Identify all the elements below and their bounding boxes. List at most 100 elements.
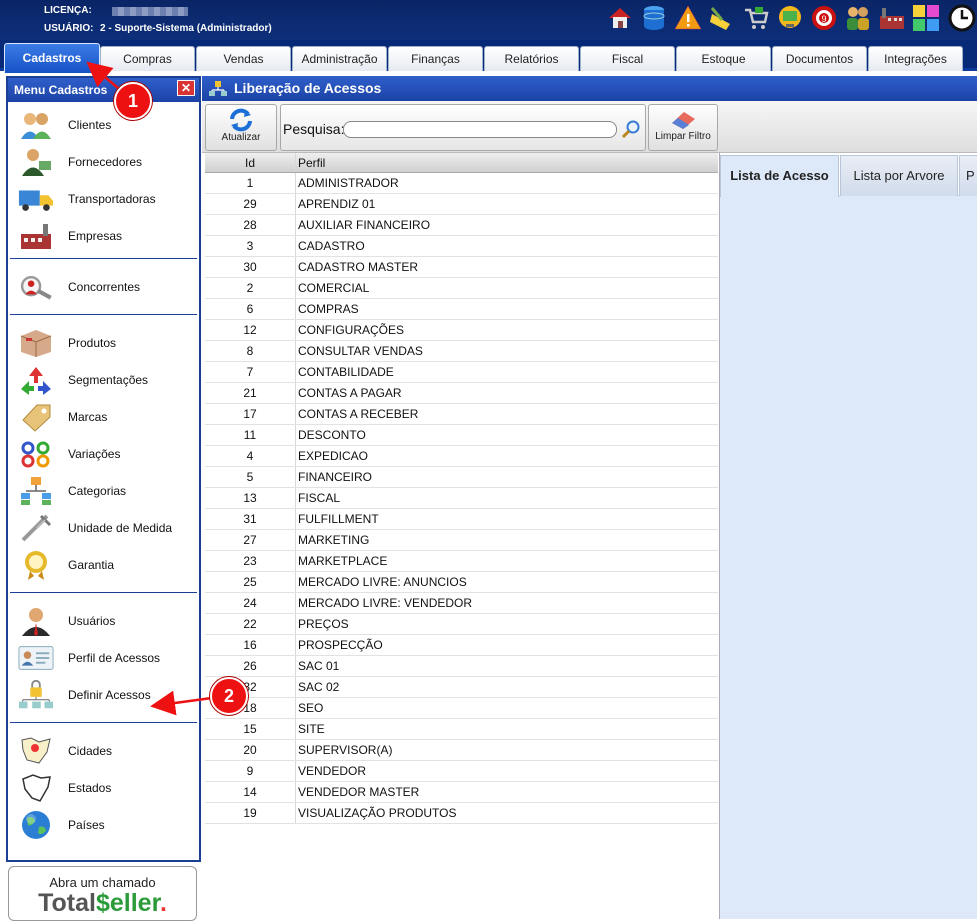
table-row[interactable]: 7 CONTABILIDADE (205, 362, 718, 383)
table-row[interactable]: 13 FISCAL (205, 488, 718, 509)
table-row[interactable]: 2 COMERCIAL (205, 278, 718, 299)
sidebar-item-perfil-de-acessos[interactable]: Perfil de Acessos (10, 639, 197, 676)
database-icon[interactable] (640, 4, 668, 32)
sidebar-item-concorrentes[interactable]: Concorrentes (10, 268, 197, 305)
table-row[interactable]: 12 CONFIGURAÇÕES (205, 320, 718, 341)
table-row[interactable]: 15 SITE (205, 719, 718, 740)
sidebar-item-usuarios[interactable]: Usuários (10, 602, 197, 639)
warning-icon[interactable] (674, 4, 702, 32)
broom-icon[interactable] (708, 4, 736, 32)
table-row[interactable]: 8 CONSULTAR VENDAS (205, 341, 718, 362)
tab-p[interactable]: P (959, 155, 977, 196)
target-icon[interactable]: 9 (810, 4, 838, 32)
table-row[interactable]: 27 MARKETING (205, 530, 718, 551)
table-row[interactable]: 11 DESCONTO (205, 425, 718, 446)
search-icon[interactable] (621, 119, 641, 139)
tab-financas[interactable]: Finanças (388, 46, 483, 71)
cart-icon[interactable] (742, 4, 770, 32)
clear-filter-button[interactable]: Limpar Filtro (648, 104, 718, 151)
sidebar-item-definir-acessos[interactable]: Definir Acessos (10, 676, 197, 713)
variations-icon (18, 438, 54, 470)
table-row[interactable]: 31 FULFILLMENT (205, 509, 718, 530)
refresh-button[interactable]: Atualizar (205, 104, 277, 151)
table-row[interactable]: 17 CONTAS A RECEBER (205, 404, 718, 425)
tab-lista-por-arvore[interactable]: Lista por Arvore (840, 155, 958, 196)
sidebar-item-produtos[interactable]: Produtos (10, 324, 197, 361)
sidebar-item-cidades[interactable]: Cidades (10, 732, 197, 769)
table-row[interactable]: 3 CADASTRO (205, 236, 718, 257)
cell-perfil: VISUALIZAÇÃO PRODUTOS (295, 803, 718, 823)
table-row[interactable]: 23 MARKETPLACE (205, 551, 718, 572)
table-row[interactable]: 20 SUPERVISOR(A) (205, 740, 718, 761)
table-row[interactable]: 25 MERCADO LIVRE: ANUNCIOS (205, 572, 718, 593)
sidebar-item-transportadoras[interactable]: Transportadoras (10, 180, 197, 217)
tab-compras[interactable]: Compras (100, 46, 195, 71)
column-header-id[interactable]: Id (205, 153, 295, 172)
tab-fiscal[interactable]: Fiscal (580, 46, 675, 71)
sidebar-item-garantia[interactable]: Garantia (10, 546, 197, 583)
column-header-perfil[interactable]: Perfil (295, 153, 718, 172)
sidebar-item-label: Unidade de Medida (68, 520, 173, 535)
sidebar-item-categorias[interactable]: Categorias (10, 472, 197, 509)
tab-estoque[interactable]: Estoque (676, 46, 771, 71)
people-icon[interactable] (844, 4, 872, 32)
table-header: Id Perfil (205, 153, 718, 173)
sidebar-item-paises[interactable]: Países (10, 806, 197, 843)
sidebar-item-clientes[interactable]: Clientes (10, 106, 197, 143)
table-row[interactable]: 26 SAC 01 (205, 656, 718, 677)
sidebar-close-button[interactable]: ✕ (177, 80, 195, 96)
table-row[interactable]: 24 MERCADO LIVRE: VENDEDOR (205, 593, 718, 614)
license-label: LICENÇA: (44, 5, 92, 16)
sidebar-item-label: Fornecedores (68, 154, 143, 169)
tab-administracao[interactable]: Administração (292, 46, 387, 71)
monitor-icon[interactable] (776, 4, 804, 32)
support-ticket-box[interactable]: Abra um chamado Total$eller. (8, 866, 197, 921)
table-row[interactable]: 6 COMPRAS (205, 299, 718, 320)
table-row[interactable]: 19 VISUALIZAÇÃO PRODUTOS (205, 803, 718, 824)
cell-perfil: DESCONTO (295, 425, 718, 445)
factory-icon[interactable] (878, 4, 906, 32)
tab-documentos[interactable]: Documentos (772, 46, 867, 71)
sidebar-item-empresas[interactable]: Empresas (10, 217, 197, 254)
cell-perfil: VENDEDOR MASTER (295, 782, 718, 802)
sidebar-item-fornecedores[interactable]: Fornecedores (10, 143, 197, 180)
main-panel-header: Liberação de Acessos (202, 76, 977, 101)
table-row[interactable]: 22 PREÇOS (205, 614, 718, 635)
table-row[interactable]: 32 SAC 02 (205, 677, 718, 698)
cell-perfil: CADASTRO (295, 236, 718, 256)
tab-lista-de-acesso[interactable]: Lista de Acesso (720, 155, 839, 197)
callout-step-2: 2 (210, 677, 248, 715)
table-row[interactable]: 5 FINANCEIRO (205, 467, 718, 488)
table-row[interactable]: 1 ADMINISTRADOR (205, 173, 718, 194)
table-row[interactable]: 28 AUXILIAR FINANCEIRO (205, 215, 718, 236)
sidebar-item-unidade-de-medida[interactable]: Unidade de Medida (10, 509, 197, 546)
cell-perfil: SAC 02 (295, 677, 718, 697)
sidebar-item-variacoes[interactable]: Variações (10, 435, 197, 472)
search-input[interactable] (343, 121, 617, 138)
state-map-icon (18, 772, 54, 804)
table-row[interactable]: 29 APRENDIZ 01 (205, 194, 718, 215)
table-row[interactable]: 9 VENDEDOR (205, 761, 718, 782)
tab-cadastros[interactable]: Cadastros (4, 43, 100, 73)
house-icon[interactable] (606, 4, 634, 32)
clock-icon[interactable] (946, 4, 977, 32)
tab-relatorios[interactable]: Relatórios (484, 46, 579, 71)
sidebar-menu-cadastros: Menu Cadastros ✕ Clientes Fornecedores Tra… (6, 76, 201, 862)
table-row[interactable]: 30 CADASTRO MASTER (205, 257, 718, 278)
tab-integracoes[interactable]: Integrações (868, 46, 963, 71)
table-row[interactable]: 21 CONTAS A PAGAR (205, 383, 718, 404)
brand-part-total: Total (38, 889, 96, 917)
user-label: USUÁRIO: (44, 23, 94, 34)
sidebar-item-marcas[interactable]: Marcas (10, 398, 197, 435)
table-row[interactable]: 18 SEO (205, 698, 718, 719)
cell-perfil: APRENDIZ 01 (295, 194, 718, 214)
refresh-label: Atualizar (221, 132, 261, 143)
table-row[interactable]: 14 VENDEDOR MASTER (205, 782, 718, 803)
table-row[interactable]: 4 EXPEDICAO (205, 446, 718, 467)
sidebar-item-label: Perfil de Acessos (68, 650, 161, 665)
sidebar-item-segmentacoes[interactable]: Segmentações (10, 361, 197, 398)
tab-vendas[interactable]: Vendas (196, 46, 291, 71)
colors-icon[interactable] (912, 4, 940, 32)
table-row[interactable]: 16 PROSPECÇÃO (205, 635, 718, 656)
sidebar-item-estados[interactable]: Estados (10, 769, 197, 806)
